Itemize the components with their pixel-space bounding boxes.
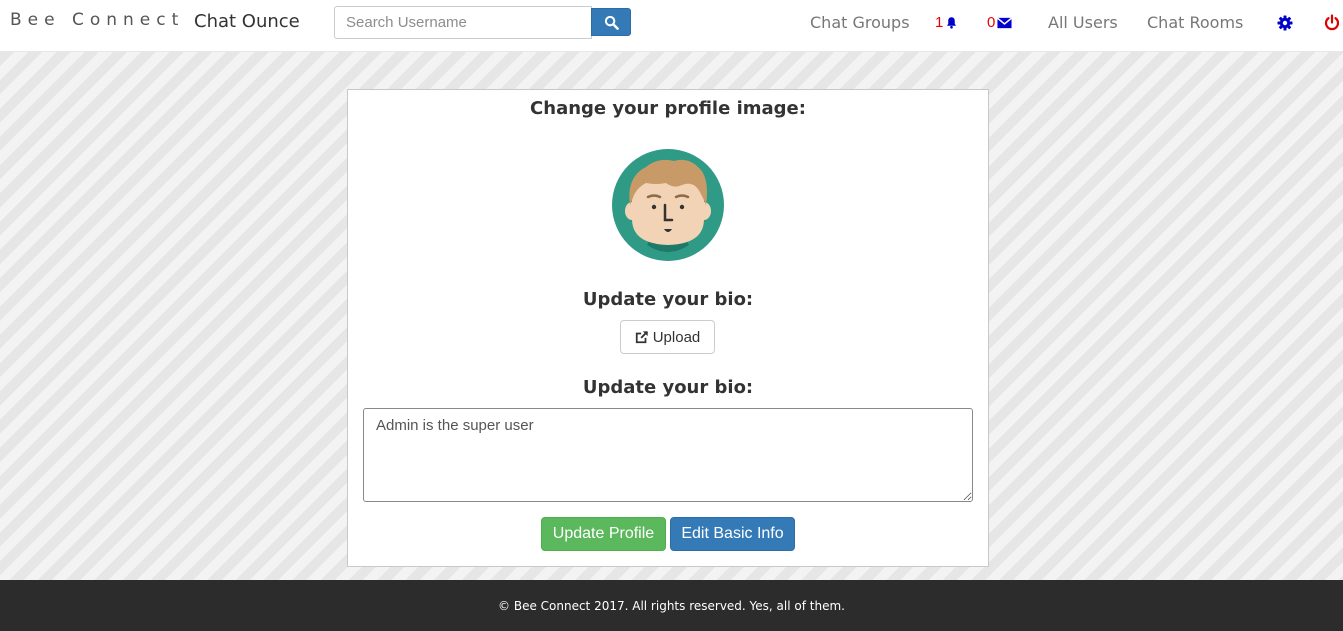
- nav-chat-rooms[interactable]: Chat Rooms: [1147, 13, 1243, 32]
- gear-icon: [1277, 15, 1293, 31]
- profile-card: Change your profile image: Update your b…: [347, 89, 989, 567]
- search-input[interactable]: [334, 6, 592, 39]
- footer: © Bee Connect 2017. All rights reserved.…: [0, 580, 1343, 631]
- search-icon: [604, 15, 619, 30]
- notifications-link[interactable]: 1: [935, 14, 958, 31]
- avatar[interactable]: [612, 149, 724, 261]
- update-profile-button[interactable]: Update Profile: [541, 517, 666, 551]
- messages-link[interactable]: 0: [987, 14, 1013, 31]
- search-button[interactable]: [591, 8, 631, 36]
- settings-button[interactable]: [1277, 15, 1293, 31]
- logout-button[interactable]: [1324, 14, 1340, 31]
- message-count: 0: [987, 14, 996, 31]
- brand-logo[interactable]: Bee Connect: [10, 10, 184, 30]
- sub-brand-link[interactable]: Chat Ounce: [194, 11, 300, 32]
- footer-text: © Bee Connect 2017. All rights reserved.…: [498, 598, 845, 613]
- nav-all-users[interactable]: All Users: [1048, 13, 1118, 32]
- upload-button[interactable]: Upload: [620, 320, 715, 354]
- profile-image-heading: Change your profile image:: [530, 98, 806, 119]
- bio-heading: Update your bio:: [582, 377, 754, 398]
- power-icon: [1324, 14, 1340, 31]
- notification-count: 1: [935, 14, 944, 31]
- nav-chat-groups[interactable]: Chat Groups: [810, 13, 910, 32]
- bell-icon: [947, 17, 957, 29]
- edit-basic-info-button[interactable]: Edit Basic Info: [670, 517, 795, 551]
- bio-textarea[interactable]: Admin is the super user: [363, 408, 973, 502]
- upload-label: Upload: [652, 328, 701, 346]
- main-content: Change your profile image: Update your b…: [0, 52, 1343, 580]
- upload-heading: Update your bio:: [582, 289, 754, 310]
- envelope-icon: [997, 17, 1013, 28]
- share-icon: [635, 331, 648, 344]
- top-navbar: Bee Connect Chat Ounce Chat Groups 1 0 A…: [0, 0, 1343, 52]
